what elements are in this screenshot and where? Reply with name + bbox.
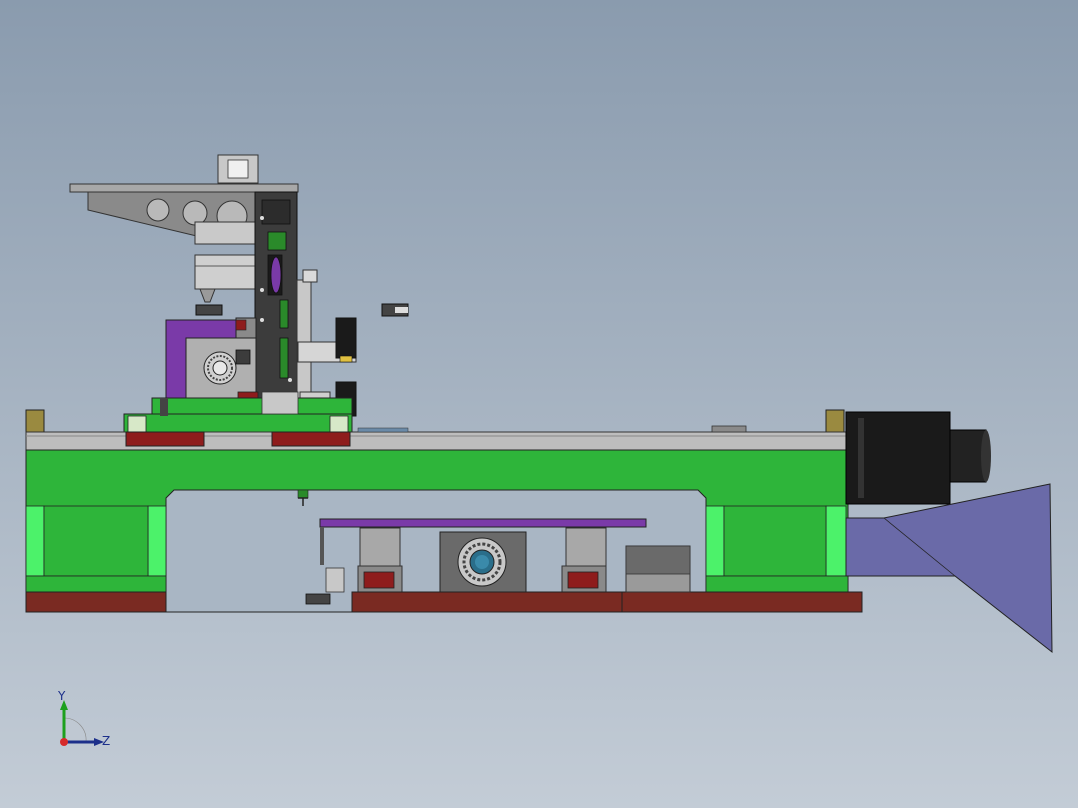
rail-block-right	[271, 431, 351, 447]
base-plate-left	[25, 591, 167, 613]
assembly-drawing[interactable]: Y Z	[0, 0, 1078, 808]
cylinder-lower	[194, 254, 258, 290]
carriage-base-plate	[151, 397, 353, 417]
cylinder-upper	[194, 221, 258, 245]
coordinate-triad-icon: Y Z	[57, 689, 110, 748]
guide-rod	[296, 279, 312, 399]
hopper-chute	[845, 483, 1053, 654]
lower-bar	[319, 518, 647, 528]
carriage[interactable]	[123, 317, 353, 433]
top-mounting-plate	[69, 183, 299, 193]
lower-base	[351, 591, 623, 613]
triad-z-label: Z	[102, 734, 110, 748]
bearing-icon	[457, 537, 507, 587]
bracket-right	[825, 409, 845, 435]
servo-motor-icon[interactable]	[845, 411, 991, 505]
bearing-icon	[203, 351, 237, 385]
bracket-left	[25, 409, 45, 435]
cad-viewport[interactable]: Y Z	[0, 0, 1078, 808]
triad-y-label: Y	[57, 689, 66, 703]
rail-block-left	[125, 431, 205, 447]
base-plate-right	[621, 591, 863, 613]
